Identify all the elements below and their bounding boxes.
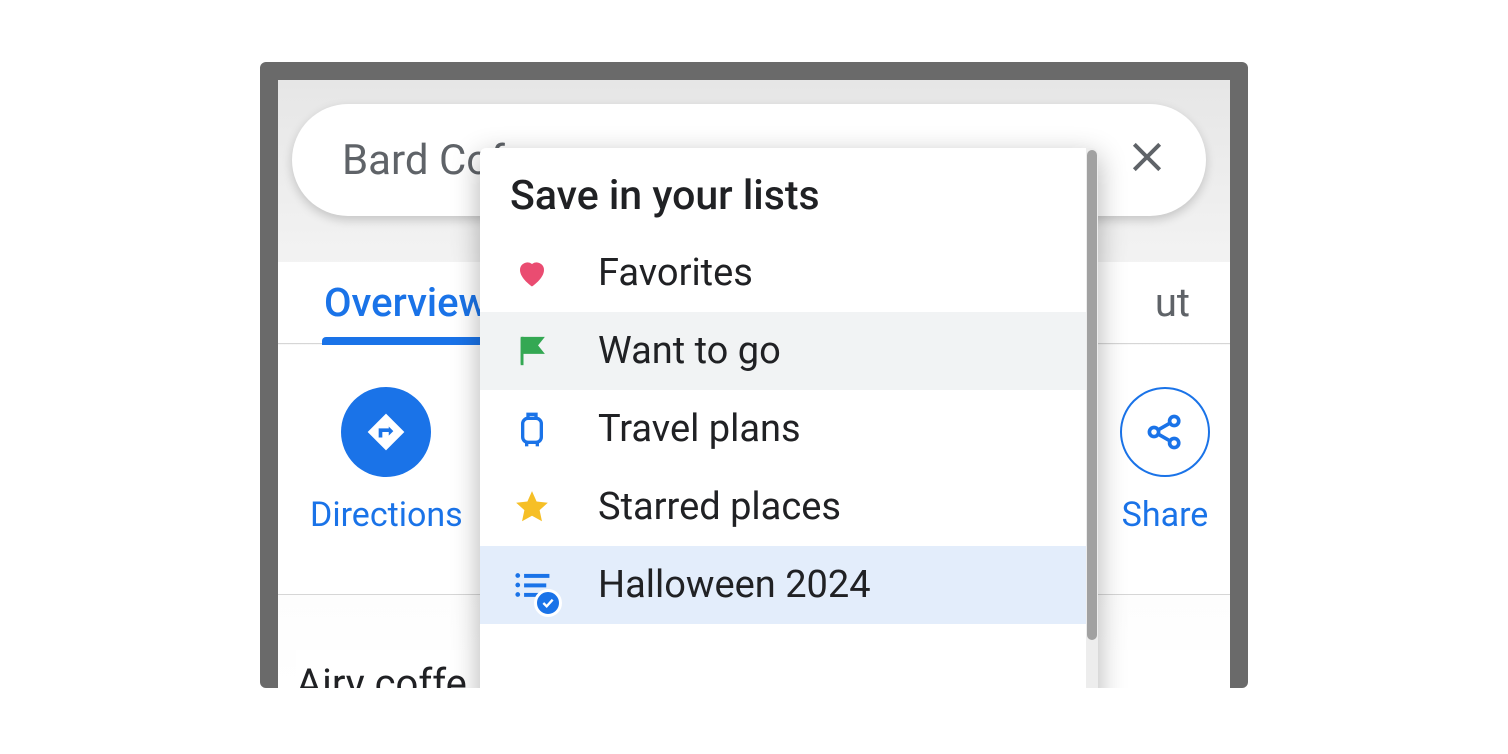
list-item-travel-plans[interactable]: Travel plans [480,390,1098,468]
tab-about[interactable]: ut [1155,279,1190,326]
list-item-halloween[interactable]: Halloween 2024 [480,546,1098,624]
star-icon [510,485,554,529]
share-button[interactable]: Share [1120,387,1210,535]
directions-label: Directions [310,495,463,535]
save-lists-menu: Save in your lists Favorites Want to go … [480,148,1098,688]
app-frame: Bard Cof Overview ut Directions [260,62,1248,688]
app-inner: Bard Cof Overview ut Directions [278,80,1230,688]
list-item-starred[interactable]: Starred places [480,468,1098,546]
tab-about-label-partial: ut [1155,279,1190,326]
heart-icon [510,251,554,295]
list-item-label: Starred places [598,485,841,529]
list-item-label: Want to go [598,329,781,373]
tab-overview[interactable]: Overview [324,262,488,343]
list-item-label: Travel plans [598,407,801,451]
check-badge-icon [534,589,562,617]
share-label: Share [1122,495,1209,535]
list-item-label: Favorites [598,251,753,295]
menu-title: Save in your lists [480,148,1098,234]
flag-icon [510,329,554,373]
list-icon [510,563,554,607]
menu-scrollbar-track[interactable] [1086,148,1098,688]
list-item-label: Halloween 2024 [598,563,871,607]
list-item-favorites[interactable]: Favorites [480,234,1098,312]
close-icon[interactable] [1128,135,1166,185]
tab-overview-label: Overview [324,279,488,326]
directions-icon [341,387,431,477]
list-item-want-to-go[interactable]: Want to go [480,312,1098,390]
share-icon [1120,387,1210,477]
directions-button[interactable]: Directions [310,387,463,535]
menu-scrollbar-thumb[interactable] [1087,150,1097,640]
suitcase-icon [510,407,554,451]
place-description-text: Airy coffe [296,660,467,688]
